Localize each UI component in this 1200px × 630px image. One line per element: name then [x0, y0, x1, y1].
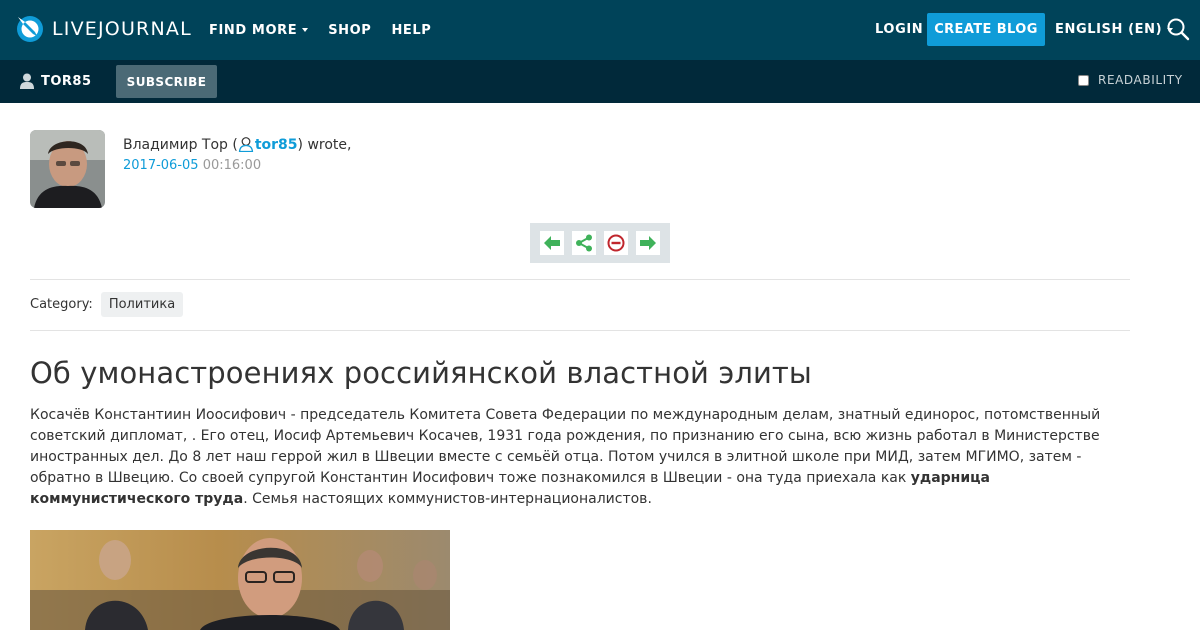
post-category: Category: Политика [30, 292, 184, 317]
nav-shop-label: SHOP [328, 22, 372, 38]
logo-text: LIVEJOURNAL [52, 18, 192, 40]
category-label: Category: [30, 297, 93, 312]
post-byline: Владимир Тор ( tor85) wrote, [123, 136, 351, 153]
next-entry-icon [640, 236, 656, 250]
previous-entry-button[interactable] [540, 231, 564, 255]
livejournal-logo-icon [17, 16, 43, 42]
journal-username: TOR85 [41, 73, 92, 89]
user-journal-icon[interactable] [238, 136, 254, 152]
wrote-suffix: ) wrote, [297, 137, 352, 153]
create-blog-button[interactable]: CREATE BLOG [927, 13, 1045, 46]
top-navigation-bar: LIVEJOURNAL FIND MORE SHOP HELP LOGIN CR… [0, 0, 1200, 60]
readability-label: READABILITY [1098, 73, 1183, 87]
language-selector[interactable]: ENGLISH (EN) [1055, 22, 1174, 37]
nav-help[interactable]: HELP [391, 23, 431, 38]
post-title: Об умонастроениях российянской властной … [30, 356, 812, 390]
post-date-link[interactable]: 2017-06-05 [123, 158, 199, 173]
subscribe-button[interactable]: SUBSCRIBE [116, 65, 217, 98]
user-icon [20, 73, 34, 89]
readability-toggle[interactable]: READABILITY [1078, 73, 1183, 87]
main-nav: FIND MORE SHOP HELP [209, 0, 451, 60]
chevron-down-icon [302, 28, 309, 32]
author-username-link[interactable]: tor85 [255, 137, 298, 153]
author-avatar-image [30, 130, 105, 208]
nav-help-label: HELP [391, 22, 432, 38]
livejournal-logo[interactable]: LIVEJOURNAL [16, 15, 192, 43]
post-photo-image [30, 530, 450, 630]
post-dateline: 2017-06-05 00:16:00 [123, 158, 261, 173]
journal-bar: TOR85 SUBSCRIBE READABILITY [0, 60, 1200, 103]
previous-entry-icon [544, 236, 560, 250]
language-label: ENGLISH (EN) [1055, 22, 1163, 37]
journal-user-link[interactable]: TOR85 [20, 73, 92, 89]
nav-find-more[interactable]: FIND MORE [209, 22, 309, 38]
divider [30, 279, 1130, 280]
author-name: Владимир Тор ( [123, 137, 238, 153]
login-link[interactable]: LOGIN [875, 22, 923, 37]
category-tag[interactable]: Политика [100, 292, 184, 317]
readability-checkbox[interactable] [1078, 74, 1089, 86]
nav-shop[interactable]: SHOP [328, 23, 371, 38]
author-avatar[interactable] [30, 130, 105, 208]
post-time: 00:16:00 [202, 158, 262, 173]
flag-icon [607, 234, 625, 252]
post-photo[interactable] [30, 530, 450, 630]
nav-find-more-label: FIND MORE [209, 22, 298, 38]
flag-button[interactable] [604, 231, 628, 255]
entry-actions [530, 223, 670, 263]
next-entry-button[interactable] [636, 231, 660, 255]
post-paragraph-part2: . Семья настоящих коммунистов-интернацио… [243, 491, 652, 507]
post-body: Косачёв Константиин Иоосифович - председ… [30, 405, 1130, 510]
search-icon[interactable] [1166, 17, 1190, 41]
share-button[interactable] [572, 231, 596, 255]
divider [30, 330, 1130, 331]
share-icon [576, 234, 592, 252]
